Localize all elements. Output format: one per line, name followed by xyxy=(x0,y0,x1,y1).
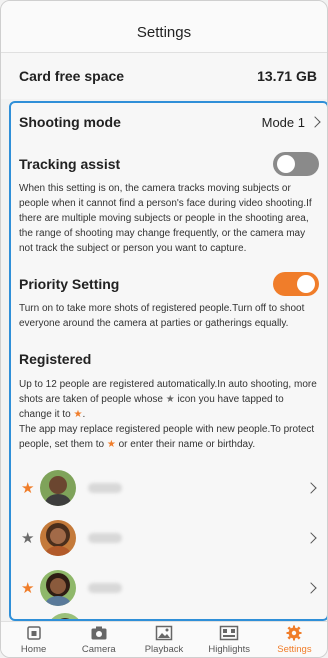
registered-desc-text: or enter their name or birthday. xyxy=(118,439,256,450)
camera-icon xyxy=(91,626,107,640)
home-icon xyxy=(26,626,41,640)
tab-label: Camera xyxy=(81,644,116,655)
person-name-blurred xyxy=(88,483,123,493)
tab-label: Settings xyxy=(277,644,312,655)
registered-person-item[interactable]: ★ xyxy=(11,563,327,613)
chevron-right-icon xyxy=(305,482,317,494)
playback-icon xyxy=(155,625,173,641)
priority-setting-description: Turn on to take more shots of registered… xyxy=(19,303,305,329)
person-name-blurred xyxy=(88,533,123,543)
card-free-space-label: Card free space xyxy=(19,68,125,84)
shooting-mode-value-wrap: Mode 1 xyxy=(261,114,321,130)
tab-label: Home xyxy=(20,644,47,655)
highlights-icon xyxy=(219,625,239,641)
tab-label: Playback xyxy=(144,644,184,655)
registered-description: Up to 12 people are registered automatic… xyxy=(19,377,319,452)
priority-setting-row: Priority Setting xyxy=(19,271,319,297)
card-free-space-row: Card free space 13.71 GB xyxy=(1,53,327,99)
avatar xyxy=(40,520,77,556)
gray-star-icon[interactable]: ★ xyxy=(21,531,34,546)
registered-label: Registered xyxy=(19,351,92,367)
shooting-mode-row[interactable]: Shooting mode Mode 1 xyxy=(19,109,321,135)
registered-person-item[interactable]: ★ xyxy=(11,513,327,563)
header: Settings xyxy=(1,1,327,53)
shooting-settings-panel: Shooting mode Mode 1 Tracking assist Whe… xyxy=(9,101,327,621)
avatar xyxy=(40,470,77,506)
tab-camera[interactable]: Camera xyxy=(66,622,131,657)
priority-setting-label: Priority Setting xyxy=(19,276,120,292)
shooting-mode-value: Mode 1 xyxy=(261,114,305,130)
tab-playback[interactable]: Playback xyxy=(131,622,196,657)
tab-highlights[interactable]: Highlights xyxy=(197,622,262,657)
shooting-mode-label: Shooting mode xyxy=(19,114,121,130)
gray-star-icon: ★ xyxy=(165,394,175,405)
priority-setting-toggle[interactable] xyxy=(273,272,319,296)
avatar-partial xyxy=(47,613,83,619)
registered-person-item[interactable]: ★ xyxy=(11,463,327,513)
chevron-right-icon xyxy=(309,116,321,128)
registered-desc-text: . xyxy=(82,409,86,420)
tracking-assist-toggle[interactable] xyxy=(273,152,319,176)
orange-star-icon[interactable]: ★ xyxy=(21,481,34,496)
tracking-assist-row: Tracking assist xyxy=(19,151,319,177)
orange-star-icon: ★ xyxy=(106,439,116,450)
tracking-assist-label: Tracking assist xyxy=(19,156,121,172)
toggle-knob xyxy=(297,275,315,293)
orange-star-icon[interactable]: ★ xyxy=(21,581,34,596)
card-free-space-value: 13.71 GB xyxy=(257,68,317,84)
toggle-knob xyxy=(277,155,295,173)
tab-label: Highlights xyxy=(208,644,251,655)
tracking-assist-description: When this setting is on, the camera trac… xyxy=(19,183,312,254)
tab-settings[interactable]: Settings xyxy=(262,622,327,657)
bottom-tab-bar: Home Camera Playback Highlights Settings xyxy=(1,621,327,657)
avatar xyxy=(40,570,77,606)
person-name-blurred xyxy=(88,583,123,593)
chevron-right-icon xyxy=(305,532,317,544)
settings-screen: Settings Card free space 13.71 GB Shooti… xyxy=(0,0,328,658)
gear-icon xyxy=(286,625,302,641)
registered-heading-row: Registered xyxy=(19,347,319,371)
page-title: Settings xyxy=(136,24,192,41)
tab-home[interactable]: Home xyxy=(1,622,66,657)
chevron-right-icon xyxy=(305,582,317,594)
